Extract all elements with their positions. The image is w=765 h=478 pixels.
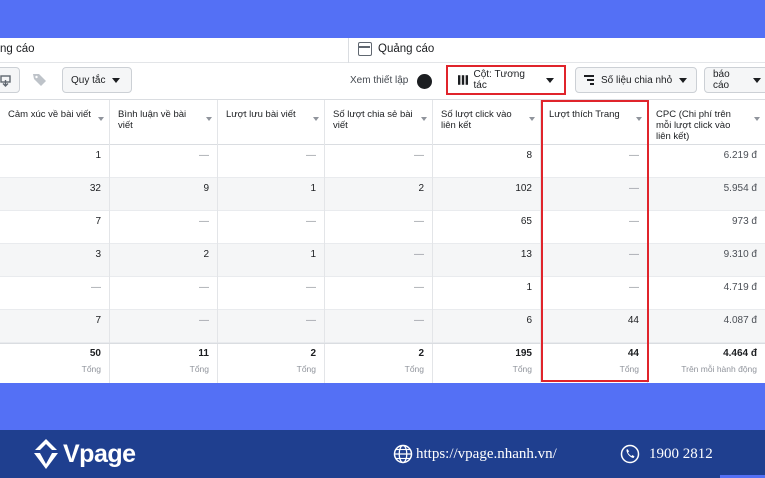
phone-contact[interactable]: 1900 2812 bbox=[620, 444, 713, 464]
table-cell: 7 bbox=[0, 211, 110, 244]
table-cell: 13 bbox=[433, 244, 541, 277]
total-cell: 195 Tổng bbox=[433, 344, 541, 383]
toolbar: Quy tắc Xem thiết lập Cột: Tương tác Số … bbox=[0, 63, 765, 99]
column-header[interactable]: Số lượt click vào liên kết bbox=[433, 100, 541, 146]
footer-bar: Vpage https://vpage.nhanh.vn/ 1900 2812 bbox=[0, 430, 765, 478]
view-setting-toggle[interactable] bbox=[417, 74, 432, 89]
top-banner bbox=[0, 0, 765, 38]
rules-label: Quy tắc bbox=[71, 74, 106, 86]
table-cell: 4.719 đ bbox=[723, 282, 757, 293]
table-cell: — bbox=[218, 277, 325, 310]
phone-number: 1900 2812 bbox=[649, 445, 713, 462]
phone-icon bbox=[620, 444, 640, 464]
table-cell: 9.310 đ bbox=[723, 249, 757, 260]
tag-button[interactable] bbox=[32, 72, 47, 92]
table-cell: 65 bbox=[433, 211, 541, 244]
vpage-logo-icon bbox=[34, 439, 58, 469]
table-header: Cảm xúc về bài viết Bình luận về bài viế… bbox=[0, 99, 765, 146]
breadcrumb: ng cáo Quảng cáo bbox=[0, 38, 765, 63]
table-cell: 102 bbox=[433, 178, 541, 211]
total-cell: 50 Tổng bbox=[0, 344, 110, 383]
total-cell: 2 Tổng bbox=[218, 344, 325, 383]
sort-icon bbox=[529, 117, 535, 121]
table-row[interactable]: 1 — — — 8 — 6.219 đ bbox=[0, 145, 765, 178]
table-row[interactable]: 3 2 1 — 13 — 9.310 đ bbox=[0, 244, 765, 277]
table-cell: 2 bbox=[325, 178, 433, 211]
table-cell: — bbox=[110, 277, 218, 310]
breadcrumb-campaign-level[interactable]: ng cáo bbox=[0, 43, 35, 55]
column-header[interactable]: Cảm xúc về bài viết bbox=[0, 100, 110, 146]
chevron-down-icon bbox=[753, 77, 761, 83]
breadcrumb-divider bbox=[348, 38, 349, 63]
table-cell: 1 bbox=[0, 145, 110, 178]
table-row[interactable]: 7 — — — 65 — 973 đ bbox=[0, 211, 765, 244]
chevron-down-icon bbox=[112, 77, 121, 83]
table-cell: 1 bbox=[433, 277, 541, 310]
table-cell: — bbox=[0, 277, 110, 310]
table-cell: 2 bbox=[110, 244, 218, 277]
highlight-page-likes-column bbox=[541, 100, 649, 382]
export-button[interactable] bbox=[0, 67, 20, 93]
table-cell: — bbox=[110, 310, 218, 343]
chevron-down-icon bbox=[679, 77, 688, 83]
table-cell: 6.219 đ bbox=[723, 150, 757, 161]
breakdown-icon bbox=[584, 75, 594, 85]
column-header[interactable]: CPC (Chi phí trên mỗi lượt click vào liê… bbox=[648, 100, 765, 146]
total-cell: 4.464 đ Trên mỗi hành động bbox=[681, 348, 757, 374]
table-cell: 1 bbox=[218, 178, 325, 211]
table-cell: 9 bbox=[110, 178, 218, 211]
sort-icon bbox=[98, 117, 104, 121]
report-dropdown[interactable]: báo cáo bbox=[704, 67, 765, 93]
table-cell: — bbox=[325, 310, 433, 343]
brand-name: Vpage bbox=[63, 439, 136, 468]
table-cell: 7 bbox=[0, 310, 110, 343]
table-row[interactable]: 32 9 1 2 102 — 5.954 đ bbox=[0, 178, 765, 211]
table-cell: — bbox=[110, 211, 218, 244]
sort-icon bbox=[754, 117, 760, 121]
brand-logo: Vpage bbox=[32, 438, 136, 470]
sort-icon bbox=[421, 117, 427, 121]
globe-icon bbox=[393, 444, 413, 464]
table-cell: 3 bbox=[0, 244, 110, 277]
export-icon bbox=[0, 74, 11, 87]
rules-dropdown[interactable]: Quy tắc bbox=[62, 67, 132, 93]
report-label: báo cáo bbox=[713, 69, 730, 91]
breakdown-label: Số liệu chia nhỏ bbox=[601, 74, 673, 86]
table-cell: 6 bbox=[433, 310, 541, 343]
table-cell: — bbox=[325, 277, 433, 310]
table-cell: — bbox=[218, 310, 325, 343]
table-row[interactable]: — — — — 1 — 4.719 đ bbox=[0, 277, 765, 310]
table-cell: — bbox=[110, 145, 218, 178]
total-cell: 11 Tổng bbox=[110, 344, 218, 383]
table-cell: — bbox=[325, 145, 433, 178]
column-header[interactable]: Lượt lưu bài viết bbox=[218, 100, 325, 146]
column-header[interactable]: Số lượt chia sẻ bài viết bbox=[325, 100, 433, 146]
table-cell: — bbox=[325, 244, 433, 277]
sort-icon bbox=[313, 117, 319, 121]
results-table: Cảm xúc về bài viết Bình luận về bài viế… bbox=[0, 99, 765, 383]
table-cell: 4.087 đ bbox=[723, 315, 757, 326]
website-link[interactable]: https://vpage.nhanh.vn/ bbox=[393, 444, 557, 464]
table-cell: — bbox=[218, 145, 325, 178]
view-setting-label: Xem thiết lập bbox=[350, 75, 409, 86]
breadcrumb-ad-level[interactable]: Quảng cáo bbox=[378, 43, 434, 55]
table-cell: 8 bbox=[433, 145, 541, 178]
tag-icon bbox=[33, 74, 46, 86]
sort-icon bbox=[206, 117, 212, 121]
table-cell: 32 bbox=[0, 178, 110, 211]
column-header[interactable]: Bình luận về bài viết bbox=[110, 100, 218, 146]
table-cell: 5.954 đ bbox=[723, 183, 757, 194]
total-cell: 2 Tổng bbox=[325, 344, 433, 383]
table-cell: — bbox=[218, 211, 325, 244]
table-cell: 1 bbox=[218, 244, 325, 277]
totals-row: 50 Tổng 11 Tổng 2 Tổng 2 Tổng 195 Tổng 44 Tổng… bbox=[0, 343, 765, 383]
table-row[interactable]: 7 — — — 6 44 4.087 đ bbox=[0, 310, 765, 343]
breakdown-dropdown[interactable]: Số liệu chia nhỏ bbox=[575, 67, 697, 93]
table-cell: 973 đ bbox=[731, 216, 757, 227]
table-cell: — bbox=[325, 211, 433, 244]
ad-icon bbox=[358, 42, 372, 56]
website-url: https://vpage.nhanh.vn/ bbox=[416, 445, 557, 462]
highlight-columns bbox=[446, 65, 566, 95]
ads-manager-panel: ng cáo Quảng cáo Quy tắc Xem thiết lập C… bbox=[0, 38, 765, 383]
